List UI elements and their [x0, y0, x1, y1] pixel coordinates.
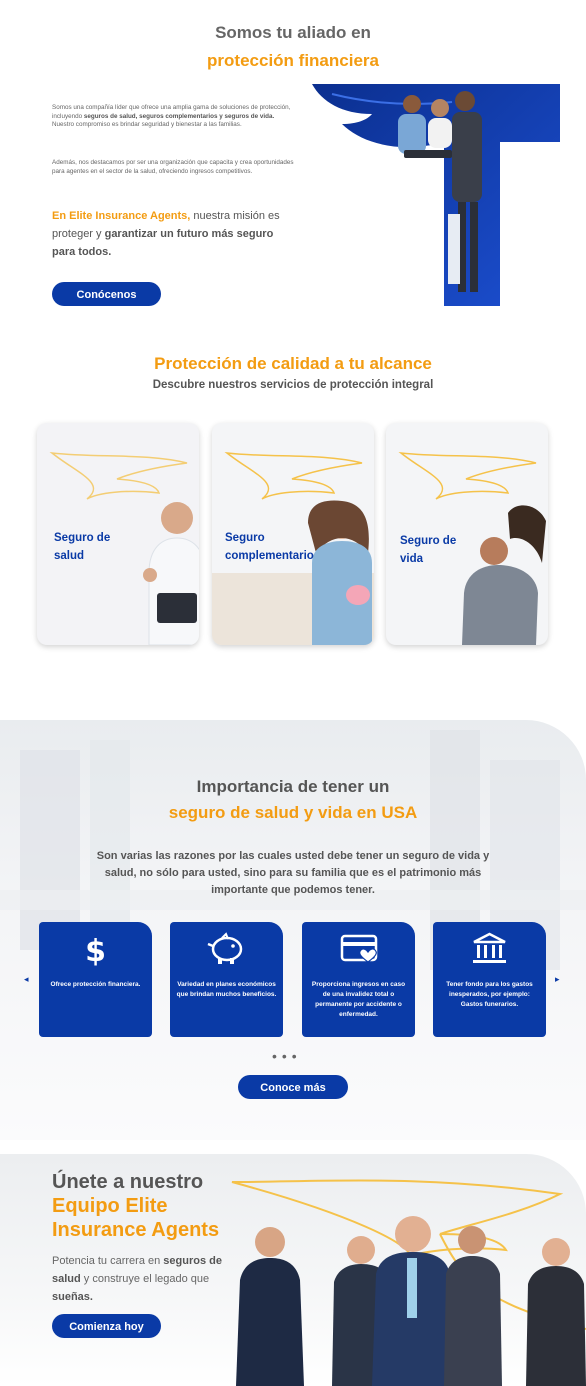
- service-card-label: Seguro complementario: [225, 532, 314, 562]
- hero-image: [312, 84, 560, 306]
- join-title: Únete a nuestro Equipo Elite Insurance A…: [52, 1171, 220, 1241]
- about-button[interactable]: Conócenos: [52, 282, 161, 306]
- learn-more-button[interactable]: Conoce más: [238, 1075, 348, 1099]
- services-title: Protección de calidad a tu alcance: [154, 354, 432, 373]
- about-title-line1: Somos tu aliado en: [215, 23, 371, 42]
- dollar-icon: $: [39, 932, 152, 969]
- feature-text: Proporciona ingresos en caso de una inva…: [311, 981, 406, 1018]
- feature-text: Variedad en planes económicos que brinda…: [176, 981, 277, 998]
- feature-card: Proporciona ingresos en caso de una inva…: [302, 922, 415, 1037]
- service-card-label: Seguro de vida: [400, 535, 457, 565]
- service-card-life[interactable]: Seguro de vida: [386, 423, 548, 645]
- feature-text: Tener fondo para los gastos inesperados,…: [446, 981, 533, 1008]
- about-title-line2: protección financiera: [207, 51, 379, 70]
- about-mission: En Elite Insurance Agents, nuestra misió…: [52, 210, 280, 258]
- bank-icon: [433, 932, 546, 966]
- feature-text: Ofrece protección financiera.: [50, 981, 141, 988]
- carousel-next-arrow[interactable]: ▸: [555, 974, 560, 985]
- service-card-complementary[interactable]: Seguro complementario: [212, 423, 374, 645]
- feature-card: Tener fondo para los gastos inesperados,…: [433, 922, 546, 1037]
- service-card-health[interactable]: Seguro de salud: [37, 423, 199, 645]
- carousel-dots[interactable]: •••: [272, 1048, 302, 1064]
- about-title: Somos tu aliado en protección financiera: [0, 22, 586, 72]
- importance-title: Importancia de tener un: [196, 777, 390, 796]
- services-subtitle: Descubre nuestros servicios de protecció…: [152, 379, 434, 391]
- about-paragraph-2: Además, nos destacamos por ser una organ…: [52, 159, 294, 175]
- feature-card: Variedad en planes económicos que brinda…: [170, 922, 283, 1037]
- join-paragraph: Potencia tu carrera en seguros de salud …: [52, 1255, 222, 1303]
- carousel-prev-arrow[interactable]: ◂: [24, 974, 29, 985]
- start-today-button[interactable]: Comienza hoy: [52, 1314, 161, 1338]
- feature-card: $ Ofrece protección financiera.: [39, 922, 152, 1037]
- importance-title-accent: seguro de salud y vida en USA: [168, 803, 418, 822]
- about-paragraph-1: Somos una compañía líder que ofrece una …: [52, 104, 291, 129]
- importance-text: Son varias las razones por las cuales us…: [96, 850, 490, 896]
- piggy-bank-icon: [170, 932, 283, 966]
- svg-text:$: $: [85, 934, 106, 966]
- card-heart-icon: [302, 932, 415, 966]
- service-card-label: Seguro de salud: [54, 532, 111, 562]
